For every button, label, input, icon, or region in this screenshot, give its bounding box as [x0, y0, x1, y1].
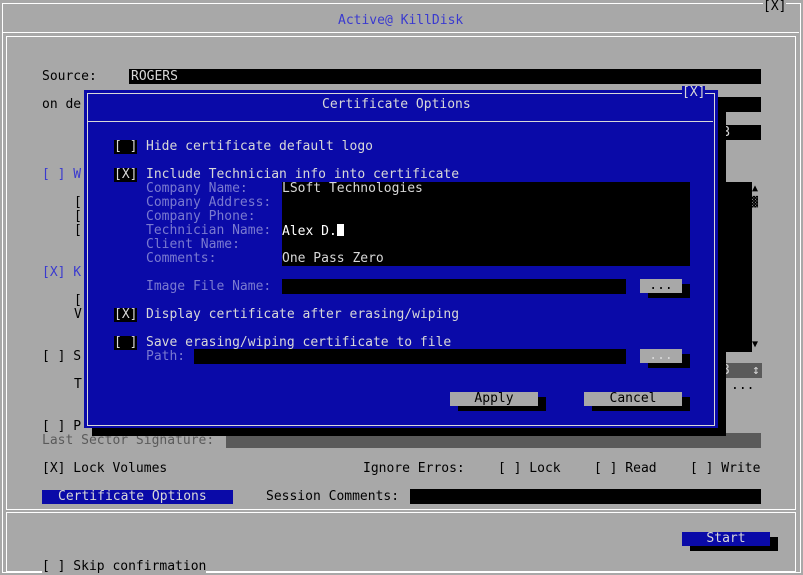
spinner-browse-dots[interactable]: ...	[731, 379, 754, 393]
company-phone-label: Company Phone:	[146, 209, 256, 224]
check-w[interactable]: [ ] W	[42, 168, 81, 182]
source-field[interactable]	[129, 69, 761, 84]
ignore-write-check[interactable]: [ ] Write	[690, 462, 760, 476]
spinner-updown-icon[interactable]: ↕	[752, 364, 760, 378]
image-file-input[interactable]	[282, 279, 626, 294]
save-cert-checkbox[interactable]: [ ]	[114, 336, 138, 350]
bracket-3: [	[74, 223, 82, 238]
company-address-label: Company Address:	[146, 195, 272, 210]
check-p[interactable]: [ ] P	[42, 420, 81, 434]
dialog-title-separator	[87, 121, 713, 122]
dialog-close-button[interactable]: [X]	[682, 86, 706, 100]
hide-logo-label: Hide certificate default logo	[146, 139, 373, 154]
ignore-read-check[interactable]: [ ] Read	[594, 462, 657, 476]
display-cert-checkbox[interactable]: [X]	[114, 308, 138, 322]
title-separator	[2, 32, 799, 33]
lock-volumes-check[interactable]: [X] Lock Volumes	[42, 462, 167, 476]
path-browse-button[interactable]: ...	[640, 349, 682, 363]
display-cert-label: Display certificate after erasing/wiping	[146, 307, 460, 322]
dialog-title: Certificate Options	[322, 97, 471, 112]
certificate-options-button[interactable]: Certificate Options	[42, 490, 233, 504]
session-comments-field[interactable]	[410, 489, 761, 504]
skip-confirmation-check[interactable]: [ ] Skip confirmation	[42, 560, 207, 574]
window-close-button[interactable]: [X]	[763, 0, 787, 14]
text-cursor	[336, 224, 344, 236]
source-label: Source:	[42, 69, 97, 84]
ignore-errors-label: Ignore Erros:	[363, 461, 465, 476]
bracket-4: [	[74, 293, 82, 308]
path-input[interactable]	[194, 349, 626, 364]
ignore-lock-check[interactable]: [ ] Lock	[498, 462, 561, 476]
check-s[interactable]: [ ] S	[42, 350, 81, 364]
window-title: Active@ KillDisk	[338, 13, 464, 28]
on-device-label: on de	[42, 97, 82, 112]
technician-name-label: Technician Name:	[146, 223, 272, 238]
check-k[interactable]: [X] K	[42, 266, 81, 280]
last-sector-label: Last Sector Signature:	[42, 433, 215, 448]
company-name-label: Company Name:	[146, 181, 248, 196]
technician-name-value: Alex D.	[282, 224, 337, 239]
letter-t: T	[74, 377, 82, 392]
hide-logo-checkbox[interactable]: [ ]	[114, 140, 138, 154]
certificate-options-dialog: Certificate Options [X] [ ] Hide certifi…	[84, 86, 718, 428]
include-tech-label: Include Technician info into certificate	[146, 167, 460, 182]
session-comments-label: Session Comments:	[266, 489, 400, 504]
cancel-button[interactable]: Cancel	[584, 392, 682, 406]
apply-button[interactable]: Apply	[450, 392, 538, 406]
comments-label: Comments:	[146, 251, 217, 266]
bracket-2: [	[74, 209, 82, 224]
comments-field[interactable]: One Pass Zero	[282, 252, 384, 266]
letter-v: V	[74, 307, 82, 322]
technician-name-input[interactable]: Alex D.	[282, 224, 344, 239]
save-cert-label: Save erasing/wiping certificate to file	[146, 335, 452, 350]
scroll-down-icon[interactable]: ▼	[752, 338, 758, 352]
source-value: ROGERS	[131, 69, 178, 84]
bracket-1: [	[74, 195, 82, 210]
image-browse-button[interactable]: ...	[640, 279, 682, 293]
include-tech-checkbox[interactable]: [X]	[114, 168, 138, 182]
company-name-field[interactable]: LSoft Technologies	[282, 182, 423, 196]
scroll-up-icon[interactable]: ▲	[752, 182, 758, 196]
start-button[interactable]: Start	[682, 532, 770, 546]
scroll-thumb[interactable]: ▓	[752, 196, 758, 210]
image-file-label: Image File Name:	[146, 279, 272, 294]
client-name-label: Client Name:	[146, 237, 240, 252]
path-label: Path:	[146, 349, 186, 364]
